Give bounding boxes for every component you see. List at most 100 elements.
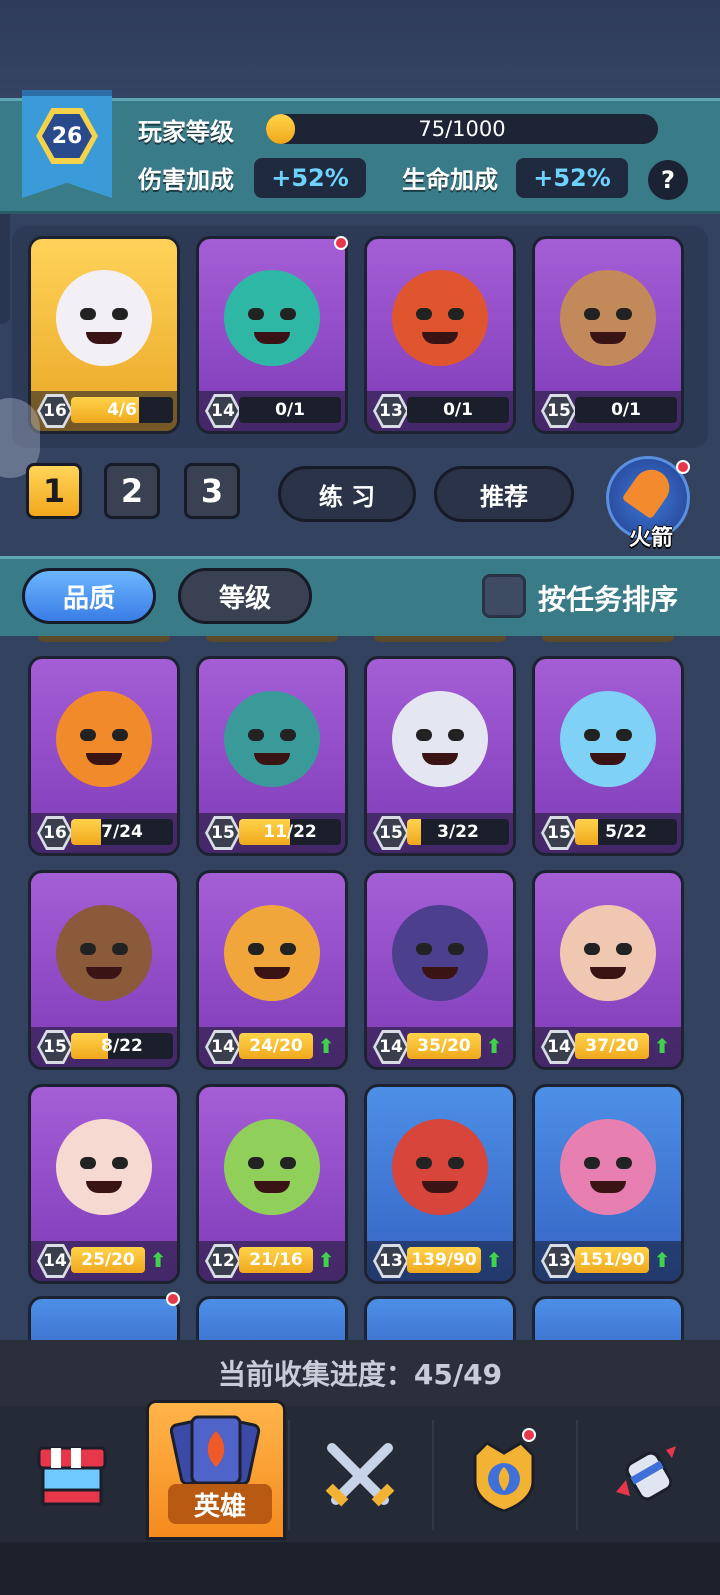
hero-eye [616,943,632,955]
collection-hero-card[interactable]: 14 25/20 ⬆ [28,1084,180,1284]
hero-eye [112,729,128,741]
hero-shard-progress: 0/1 [575,397,677,423]
hero-level: 14 [376,1033,406,1061]
collection-hero-card[interactable]: 15 3/22 [364,656,516,856]
hero-level: 15 [376,819,406,847]
collection-hero-card[interactable]: 12 21/16 ⬆ [196,1084,348,1284]
collection-hero-card[interactable]: 14 24/20 ⬆ [196,870,348,1070]
collection-hero-card[interactable]: 15 8/22 [28,870,180,1070]
hero-portrait [367,1087,513,1247]
hero-eye [416,943,432,955]
hero-mouth [254,753,290,765]
team-1-button[interactable]: 1 [26,463,82,519]
sort-level-button[interactable]: 等级 [178,568,312,624]
hero-shard-text: 37/20 [585,1036,639,1056]
hp-bonus-value: +52% [516,158,628,198]
hero-mouth [254,1181,290,1193]
upgrade-arrow-icon: ⬆ [317,1248,335,1272]
hero-eye [448,943,464,955]
hero-mouth [254,332,290,344]
hero-shard-progress: 151/90 [575,1247,649,1273]
xp-progress-text: 75/1000 [418,117,506,141]
hero-level: 15 [544,819,574,847]
hero-eye [448,1157,464,1169]
recommend-button[interactable]: 推荐 [434,466,574,522]
team-3-button[interactable]: 3 [184,463,240,519]
hero-shard-progress: 35/20 [407,1033,481,1059]
sort-by-task-checkbox[interactable] [482,574,526,618]
league-notification-dot [522,1428,536,1442]
nav-shop[interactable] [2,1410,142,1540]
hero-eye [248,943,264,955]
collection-hero-card[interactable] [196,1296,348,1340]
collection-hero-card[interactable] [532,1296,684,1340]
hero-portrait [367,659,513,819]
hero-eye [584,1157,600,1169]
help-button[interactable]: ? [648,160,688,200]
hero-mouth [86,753,122,765]
team-hero-card[interactable]: 15 0/1 [532,236,684,434]
hero-eye [80,1157,96,1169]
hero-mouth [590,1181,626,1193]
nav-battle[interactable] [290,1410,430,1540]
hero-eye [280,943,296,955]
collection-hero-card[interactable]: 16 7/24 [28,656,180,856]
nav-league[interactable] [434,1410,574,1540]
collection-hero-card [38,636,170,642]
hero-shard-text: 0/1 [275,400,305,420]
hero-portrait [199,239,345,397]
hero-level: 13 [376,397,406,425]
hero-level: 13 [376,1247,406,1275]
hero-shard-progress: 5/22 [575,819,677,845]
hero-mouth [590,967,626,979]
hero-shard-text: 24/20 [249,1036,303,1056]
collection-hero-card[interactable]: 14 37/20 ⬆ [532,870,684,1070]
hero-eye [448,308,464,320]
hero-shard-progress: 0/1 [239,397,341,423]
hero-shard-progress: 25/20 [71,1247,145,1273]
nav-event[interactable] [578,1410,718,1540]
hero-face [224,905,320,1001]
hero-level: 15 [208,819,238,847]
team-hero-card[interactable]: 16 4/6 [28,236,180,434]
collection-hero-card[interactable]: 14 35/20 ⬆ [364,870,516,1070]
collection-hero-card[interactable] [364,1296,516,1340]
hero-eye [416,1157,432,1169]
collection-hero-card[interactable]: 13 139/90 ⬆ [364,1084,516,1284]
hero-shard-progress: 139/90 [407,1247,481,1273]
collection-hero-card [206,636,338,642]
hero-portrait [199,659,345,819]
hero-eye [280,308,296,320]
sort-quality-button[interactable]: 品质 [22,568,156,624]
side-drawer-tab[interactable] [0,200,10,324]
hero-shard-text: 139/90 [411,1250,477,1270]
hero-face [392,691,488,787]
hero-level: 15 [544,397,574,425]
hero-face [224,270,320,366]
hero-mouth [86,967,122,979]
hero-shard-text: 5/22 [605,822,647,842]
hero-shard-text: 0/1 [611,400,641,420]
collection-hero-card[interactable] [28,1296,180,1340]
hero-portrait [367,873,513,1033]
battle-swords-icon [325,1443,395,1507]
team-hero-card[interactable]: 14 0/1 [196,236,348,434]
hero-portrait [199,1087,345,1247]
collection-hero-card[interactable]: 13 151/90 ⬆ [532,1084,684,1284]
collection-hero-card[interactable]: 15 5/22 [532,656,684,856]
practice-button[interactable]: 练 习 [278,466,416,522]
damage-bonus-value: +52% [254,158,366,198]
collection-hero-card[interactable]: 15 11/22 [196,656,348,856]
team-2-button[interactable]: 2 [104,463,160,519]
team-hero-card[interactable]: 13 0/1 [364,236,516,434]
rocket-label: 火箭 [628,526,673,551]
hero-collection-grid: 16 7/24 15 11/22 15 3/22 15 5/22 15 8/22 14 24/20 ⬆ 1… [0,636,720,1340]
upgrade-arrow-icon: ⬆ [485,1034,503,1058]
sort-by-task-label: 按任务排序 [538,583,679,616]
hero-eye [584,943,600,955]
hero-eye [584,308,600,320]
hero-shard-text: 21/16 [249,1250,303,1270]
hero-eye [248,729,264,741]
hero-shard-progress: 21/16 [239,1247,313,1273]
hero-portrait [31,659,177,819]
